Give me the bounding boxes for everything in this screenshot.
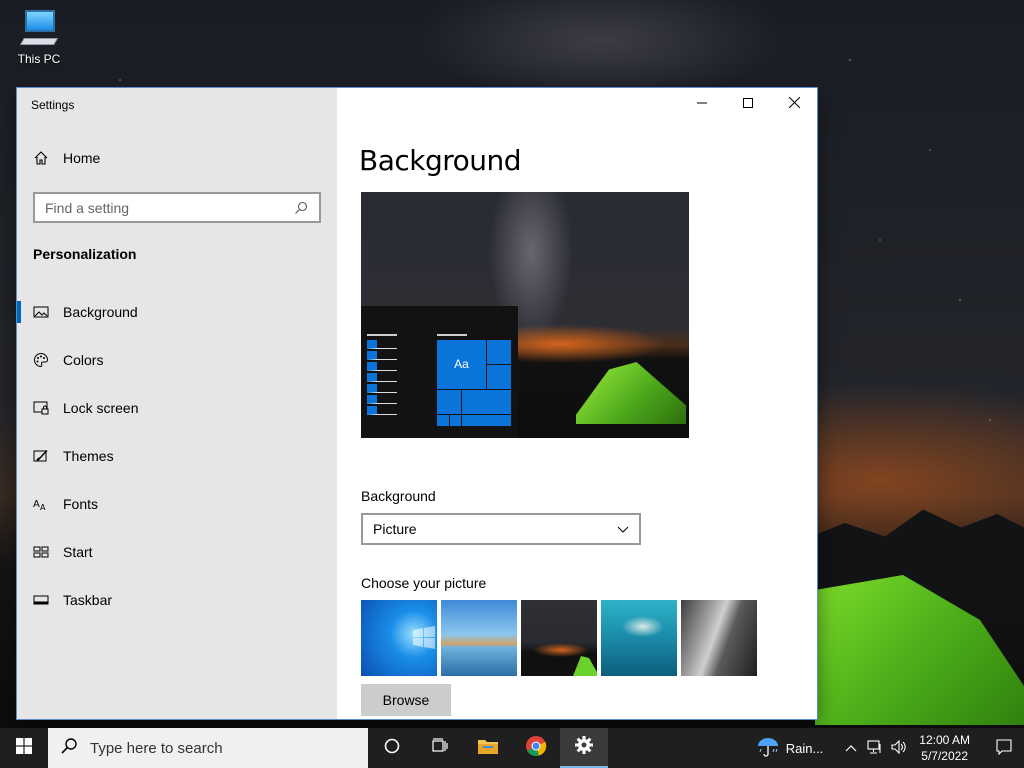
background-field-label: Background [361, 488, 436, 504]
nav-item-label: Colors [63, 352, 104, 368]
desktop-icon-this-pc[interactable]: This PC [12, 8, 66, 66]
taskbar: Rain... 12:00 AM 5/7/2022 [0, 728, 1024, 768]
nav-item-themes[interactable]: Themes [17, 432, 337, 480]
brush-icon [33, 448, 49, 464]
home-icon [33, 150, 49, 166]
find-setting-input[interactable] [45, 199, 293, 216]
nav-home[interactable]: Home [33, 150, 100, 166]
background-preview: Aa [361, 192, 689, 438]
settings-nav-pane: Settings Home Personalization Background [17, 88, 337, 719]
computer-icon [19, 8, 59, 48]
browse-button[interactable]: Browse [361, 684, 451, 716]
windows-logo-icon [16, 737, 32, 759]
file-explorer-button[interactable] [464, 728, 512, 768]
chevron-down-icon [617, 521, 629, 537]
font-icon: AA [33, 496, 49, 512]
window-title: Settings [31, 98, 75, 112]
search-icon [60, 737, 78, 760]
picture-thumbnail-1[interactable] [361, 600, 437, 676]
clock-date: 5/7/2022 [921, 749, 968, 763]
folder-icon [477, 737, 499, 760]
nav-item-lock-screen[interactable]: Lock screen [17, 384, 337, 432]
close-icon [788, 95, 800, 113]
picture-thumbnail-2[interactable] [441, 600, 517, 676]
nav-item-label: Fonts [63, 496, 99, 512]
nav-item-start[interactable]: Start [17, 528, 337, 576]
palette-icon [33, 352, 49, 368]
weather-text: Rain... [785, 740, 824, 756]
task-view-icon [431, 737, 449, 760]
settings-content-pane: Background Aa Background Picture Choose … [337, 88, 817, 719]
picture-icon [33, 304, 49, 320]
nav-item-colors[interactable]: Colors [17, 336, 337, 384]
start-icon [33, 544, 49, 560]
preview-tile-text: Aa [437, 340, 486, 389]
weather-widget[interactable]: Rain... [756, 736, 824, 761]
background-type-dropdown[interactable]: Picture [361, 513, 641, 545]
minimize-icon [697, 95, 707, 113]
volume-icon [891, 739, 907, 757]
find-setting-search[interactable] [33, 192, 321, 223]
maximize-button[interactable] [725, 88, 771, 120]
minimize-button[interactable] [679, 88, 725, 120]
picture-thumbnail-3[interactable] [521, 600, 597, 676]
nav-item-background[interactable]: Background [17, 288, 337, 336]
nav-list: Background Colors Lock screen Themes A A… [17, 288, 337, 624]
preview-tiles: Aa [437, 340, 511, 426]
taskbar-icon [33, 592, 49, 608]
settings-taskbar-button[interactable] [560, 728, 608, 768]
nav-item-label: Lock screen [63, 400, 139, 416]
nav-item-fonts[interactable]: AA Fonts [17, 480, 337, 528]
action-center-button[interactable] [984, 728, 1024, 768]
preview-tent [576, 362, 686, 424]
start-button[interactable] [0, 728, 48, 768]
taskbar-search[interactable] [48, 728, 368, 768]
volume-button[interactable] [887, 728, 911, 768]
notification-icon [996, 738, 1012, 758]
network-button[interactable] [863, 728, 887, 768]
nav-section-title: Personalization [33, 246, 137, 262]
close-button[interactable] [771, 88, 817, 120]
chrome-icon [525, 735, 547, 762]
taskbar-clock[interactable]: 12:00 AM 5/7/2022 [919, 732, 970, 764]
clock-time: 12:00 AM [919, 733, 970, 747]
picture-thumbnail-4[interactable] [601, 600, 677, 676]
desktop-icon-label: This PC [17, 52, 61, 66]
preview-mock-start-menu: Aa [361, 306, 518, 438]
svg-text:A: A [33, 499, 40, 510]
taskbar-search-input[interactable] [90, 739, 368, 757]
nav-home-label: Home [63, 150, 101, 166]
page-title: Background [359, 144, 522, 177]
nav-item-label: Taskbar [63, 592, 113, 608]
show-hidden-icons-button[interactable] [839, 728, 863, 768]
choose-picture-label: Choose your picture [361, 575, 487, 591]
svg-text:A: A [40, 503, 46, 512]
nav-item-label: Background [63, 304, 138, 320]
chrome-button[interactable] [512, 728, 560, 768]
picture-thumbnails [361, 600, 757, 676]
lock-screen-icon [33, 400, 49, 416]
maximize-icon [743, 95, 753, 113]
cortana-icon [383, 737, 401, 760]
picture-thumbnail-5[interactable] [681, 600, 757, 676]
search-icon[interactable] [293, 200, 309, 216]
background-type-value: Picture [373, 521, 417, 537]
settings-window: Settings Home Personalization Background [17, 88, 817, 719]
window-controls [679, 88, 817, 120]
gear-icon [574, 735, 594, 760]
umbrella-icon [756, 736, 780, 761]
network-icon [867, 739, 883, 757]
nav-item-label: Themes [63, 448, 114, 464]
system-tray: Rain... 12:00 AM 5/7/2022 [756, 728, 1024, 768]
nav-item-label: Start [63, 544, 93, 560]
nav-item-taskbar[interactable]: Taskbar [17, 576, 337, 624]
cortana-button[interactable] [368, 728, 416, 768]
task-view-button[interactable] [416, 728, 464, 768]
chevron-up-icon [845, 741, 857, 755]
